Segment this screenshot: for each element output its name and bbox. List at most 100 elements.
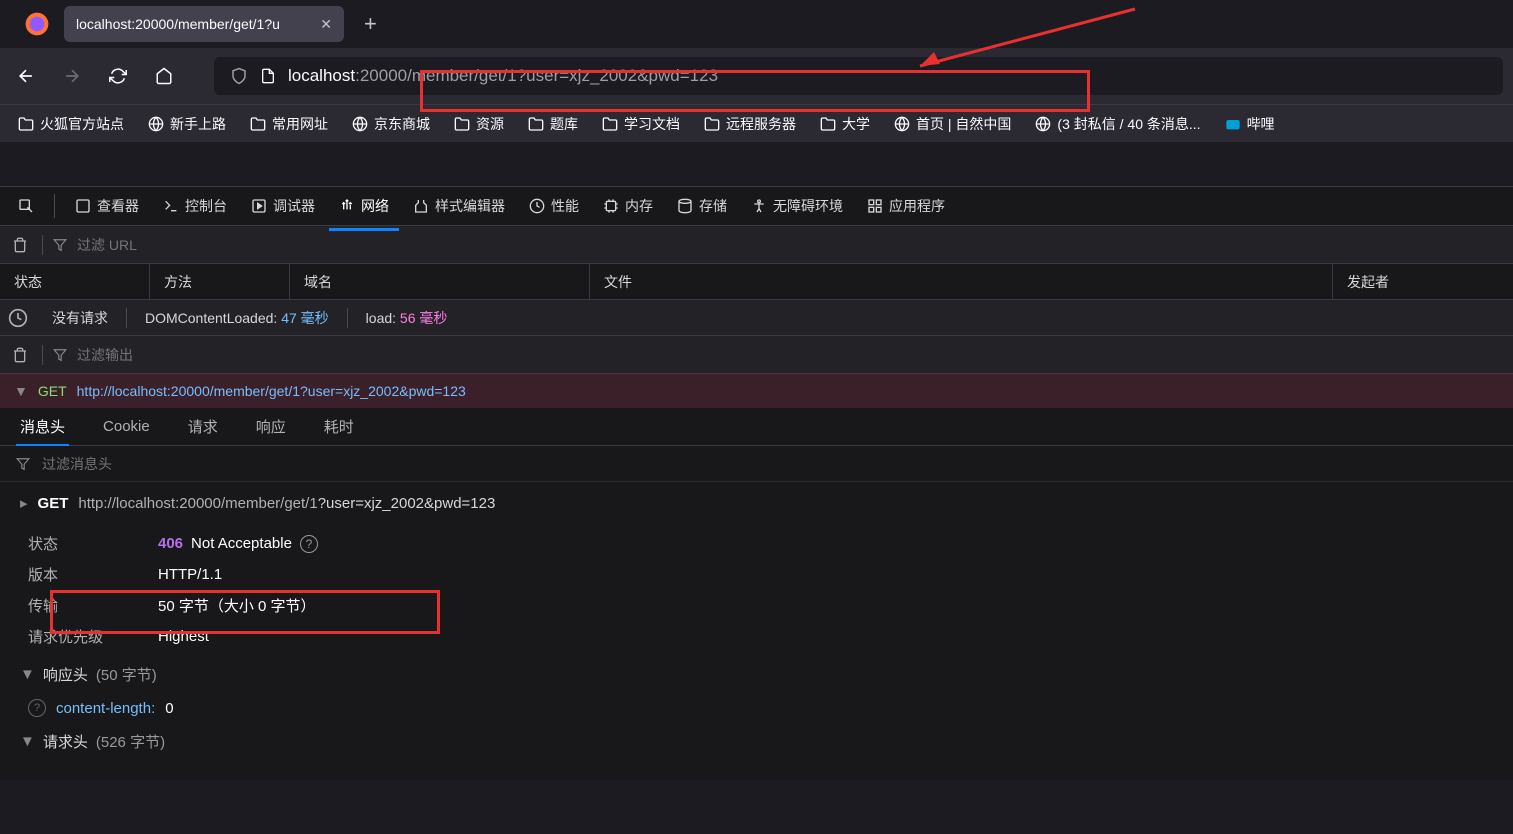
- folder-icon: [602, 116, 618, 132]
- folder-icon: [704, 116, 720, 132]
- version-row: 版本HTTP/1.1: [28, 559, 1485, 590]
- tab-memory[interactable]: 内存: [593, 190, 663, 222]
- firefox-logo-icon: [24, 11, 50, 37]
- tab-timing[interactable]: 耗时: [320, 408, 358, 445]
- tab-inspector[interactable]: 查看器: [65, 190, 149, 222]
- col-method[interactable]: 方法: [150, 264, 290, 299]
- devtools-toolbar: 查看器 控制台 调试器 网络 样式编辑器 性能 内存 存储 无障碍环境 应用程序: [0, 186, 1513, 226]
- bookmark-item[interactable]: 大学: [812, 110, 878, 138]
- tab-application[interactable]: 应用程序: [857, 190, 955, 222]
- tab-title: localhost:20000/member/get/1?u: [76, 16, 310, 32]
- url-bar[interactable]: localhost:20000/member/get/1?user=xjz_20…: [214, 57, 1503, 95]
- tab-debugger[interactable]: 调试器: [241, 190, 325, 222]
- reload-button[interactable]: [102, 60, 134, 92]
- expand-icon[interactable]: ▸: [20, 494, 28, 512]
- funnel-icon: [53, 238, 67, 252]
- bookmark-item[interactable]: 新手上路: [140, 110, 234, 138]
- folder-icon: [250, 116, 266, 132]
- page-icon: [260, 68, 276, 84]
- folder-icon: [528, 116, 544, 132]
- bookmark-item[interactable]: (3 封私信 / 40 条消息...: [1027, 110, 1208, 138]
- bookmark-item[interactable]: 远程服务器: [696, 110, 804, 138]
- tab-accessibility[interactable]: 无障碍环境: [741, 190, 853, 222]
- funnel-icon: [16, 457, 30, 471]
- tab-headers[interactable]: 消息头: [16, 408, 69, 445]
- tab-network[interactable]: 网络: [329, 190, 399, 222]
- load-metric: load: 56 毫秒: [366, 308, 448, 328]
- collapse-icon: ▼: [20, 666, 35, 683]
- bookmark-item[interactable]: 京东商城: [344, 110, 438, 138]
- network-summary-bar: 没有请求 DOMContentLoaded: 47 毫秒 load: 56 毫秒: [0, 300, 1513, 336]
- network-table-header: 状态 方法 域名 文件 发起者: [0, 264, 1513, 300]
- no-requests-label: 没有请求: [52, 308, 108, 328]
- page-content: [0, 142, 1513, 186]
- tab-bar: localhost:20000/member/get/1?u ✕ +: [0, 0, 1513, 48]
- network-filter-bar: [0, 226, 1513, 264]
- request-method: GET: [38, 383, 67, 399]
- filter-headers-input[interactable]: [0, 446, 1513, 482]
- globe-icon: [148, 116, 164, 132]
- filter-url-input[interactable]: [53, 233, 373, 257]
- transfer-row: 传输50 字节（大小 0 字节）: [28, 590, 1485, 621]
- funnel-icon: [53, 348, 67, 362]
- filter-output-input[interactable]: [53, 343, 373, 367]
- bookmark-item[interactable]: 常用网址: [242, 110, 336, 138]
- shield-icon: [230, 67, 248, 85]
- domcontentloaded-metric: DOMContentLoaded: 47 毫秒: [145, 308, 329, 328]
- tv-icon: [1225, 116, 1241, 132]
- bookmark-item[interactable]: 火狐官方站点: [10, 110, 132, 138]
- status-text: Not Acceptable: [191, 535, 292, 552]
- pick-element-button[interactable]: [8, 192, 44, 220]
- status-help-icon[interactable]: ?: [300, 535, 318, 553]
- globe-icon: [894, 116, 910, 132]
- clear-button[interactable]: [8, 233, 32, 257]
- tab-console[interactable]: 控制台: [153, 190, 237, 222]
- bookmark-item[interactable]: 资源: [446, 110, 512, 138]
- request-summary: ▸ GET http://localhost:20000/member/get/…: [0, 482, 1513, 524]
- priority-row: 请求优先级Highest: [28, 621, 1485, 652]
- tab-performance[interactable]: 性能: [519, 190, 589, 222]
- bookmarks-bar: 火狐官方站点新手上路常用网址京东商城资源题库学习文档远程服务器大学首页 | 自然…: [0, 104, 1513, 142]
- status-code: 406: [158, 535, 183, 552]
- detail-tabs: 消息头 Cookie 请求 响应 耗时: [0, 408, 1513, 446]
- request-row[interactable]: ▼ GET http://localhost:20000/member/get/…: [0, 374, 1513, 408]
- bookmark-item[interactable]: 首页 | 自然中国: [886, 110, 1019, 138]
- close-tab-icon[interactable]: ✕: [320, 16, 332, 33]
- new-tab-button[interactable]: +: [364, 11, 377, 37]
- collapse-icon[interactable]: ▼: [14, 383, 28, 399]
- help-icon[interactable]: ?: [28, 699, 46, 717]
- browser-tab[interactable]: localhost:20000/member/get/1?u ✕: [64, 6, 344, 42]
- nav-bar: localhost:20000/member/get/1?user=xjz_20…: [0, 48, 1513, 104]
- globe-icon: [352, 116, 368, 132]
- tab-storage[interactable]: 存储: [667, 190, 737, 222]
- col-initiator[interactable]: 发起者: [1333, 264, 1513, 299]
- url-text: localhost:20000/member/get/1?user=xjz_20…: [288, 66, 718, 86]
- globe-icon: [1035, 116, 1051, 132]
- col-status[interactable]: 状态: [0, 264, 150, 299]
- folder-icon: [18, 116, 34, 132]
- tab-request[interactable]: 请求: [184, 408, 222, 445]
- col-domain[interactable]: 域名: [290, 264, 590, 299]
- response-headers-section[interactable]: ▼ 响应头 (50 字节): [0, 656, 1513, 693]
- tab-cookie[interactable]: Cookie: [99, 410, 154, 443]
- col-file[interactable]: 文件: [590, 264, 1333, 299]
- headers-panel: ▸ GET http://localhost:20000/member/get/…: [0, 446, 1513, 780]
- folder-icon: [454, 116, 470, 132]
- bookmark-item[interactable]: 题库: [520, 110, 586, 138]
- home-button[interactable]: [148, 60, 180, 92]
- request-url: http://localhost:20000/member/get/1?user…: [77, 383, 466, 399]
- clock-icon: [8, 308, 28, 328]
- tab-response[interactable]: 响应: [252, 408, 290, 445]
- folder-icon: [820, 116, 836, 132]
- bookmark-item[interactable]: 哔哩: [1217, 110, 1283, 138]
- back-button[interactable]: [10, 60, 42, 92]
- request-headers-section[interactable]: ▼ 请求头 (526 字节): [0, 723, 1513, 760]
- tab-style[interactable]: 样式编辑器: [403, 190, 515, 222]
- status-row: 状态 406 Not Acceptable ?: [28, 528, 1485, 559]
- bookmark-item[interactable]: 学习文档: [594, 110, 688, 138]
- clear-output-button[interactable]: [8, 343, 32, 367]
- collapse-icon: ▼: [20, 733, 35, 750]
- output-filter-bar: [0, 336, 1513, 374]
- header-item: ? content-length: 0: [0, 693, 1513, 723]
- forward-button[interactable]: [56, 60, 88, 92]
